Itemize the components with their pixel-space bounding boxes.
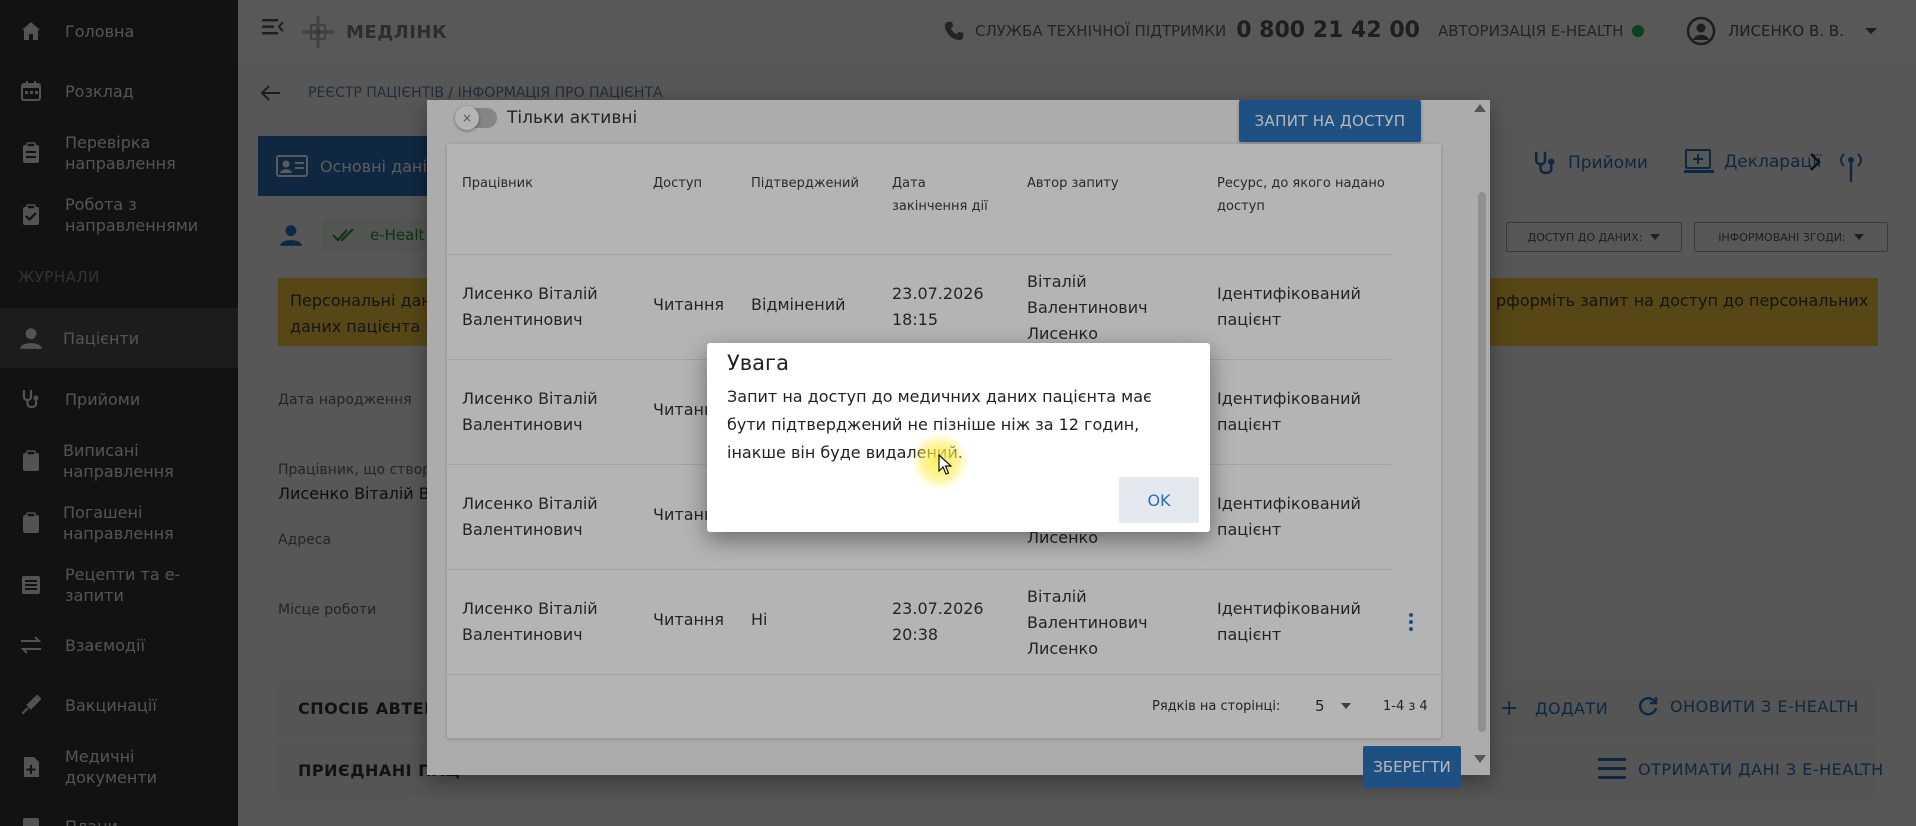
alert-title: Увага bbox=[727, 351, 789, 375]
warning-alert-dialog: Увага Запит на доступ до медичних даних … bbox=[707, 343, 1210, 532]
mouse-cursor-icon bbox=[938, 453, 954, 480]
ok-button[interactable]: OK bbox=[1119, 477, 1199, 523]
